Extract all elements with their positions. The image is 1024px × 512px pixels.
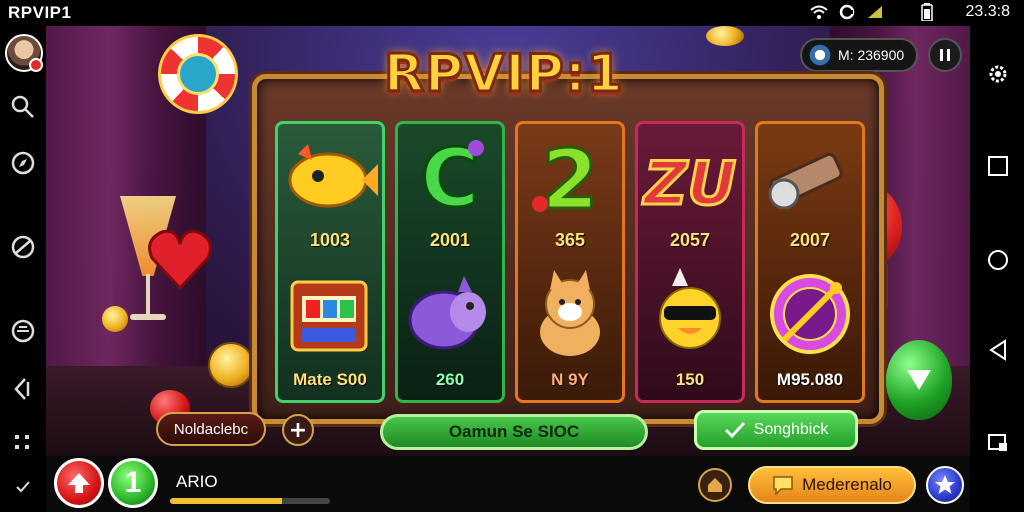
sync-icon — [838, 3, 856, 21]
bottom-bar: 1 ARIO Mederenalo — [46, 456, 970, 512]
reel-top-value: 1003 — [309, 230, 351, 250]
battery-icon — [918, 3, 936, 21]
search-icon[interactable] — [10, 94, 36, 120]
reel-bottom-value: N 9Y — [551, 370, 589, 389]
coin-balance-icon — [808, 43, 832, 67]
back-arrow-icon[interactable] — [10, 376, 36, 402]
progress-bar — [170, 498, 330, 504]
coin-balance-value: M: 236900 — [838, 47, 905, 63]
up-arrow-icon — [68, 473, 90, 493]
globe-icon[interactable] — [10, 234, 36, 260]
home-icon — [708, 478, 722, 492]
back-triangle-icon[interactable] — [986, 338, 1010, 362]
status-time: 23.3:8 — [965, 3, 1010, 20]
gold-coin-icon — [102, 306, 128, 332]
cool-duck-icon — [638, 262, 742, 366]
home-circle-icon[interactable] — [986, 248, 1010, 272]
screenshot-icon[interactable] — [986, 430, 1010, 454]
reel-bottom-value: 150 — [675, 370, 705, 389]
check-icon[interactable] — [10, 474, 36, 500]
reel-bottom-value: Mate S00 — [293, 370, 367, 389]
progress-fill — [170, 498, 282, 504]
svg-text:ZU: ZU — [642, 149, 736, 219]
status-bar: RPVIP1 23.3:8 — [0, 0, 1024, 26]
letter-c-icon: C — [398, 124, 502, 228]
game-title: RPVIP:1 — [383, 43, 625, 106]
play-balloon-button[interactable] — [886, 340, 952, 420]
game-area: M: 236900 1003 Mate S00 C 2001 260 2 365 N 9Y ZU… — [46, 26, 970, 456]
reel-2[interactable]: C 2001 260 — [395, 121, 505, 403]
reel-1[interactable]: 1003 Mate S00 — [275, 121, 385, 403]
avatar[interactable] — [5, 34, 43, 72]
wifi-icon — [809, 3, 828, 21]
notification-dot — [29, 58, 43, 72]
heart-icon — [144, 222, 216, 294]
star-icon — [935, 475, 955, 494]
spin-button[interactable]: Oamun Se SIOC — [380, 414, 648, 450]
recent-apps-icon[interactable] — [986, 154, 1010, 178]
pause-button[interactable] — [928, 38, 962, 72]
medal-button[interactable]: Mederenalo — [748, 466, 916, 504]
favorites-button[interactable] — [926, 466, 964, 504]
screen: RPVIP1 23.3:8 M: 236900 1003 Mate S00 C … — [0, 0, 1024, 512]
purple-creature-icon — [398, 262, 502, 366]
chat-icon[interactable] — [10, 318, 36, 344]
reel-5[interactable]: 2007 M95.080 — [755, 121, 865, 403]
check-badge-icon — [724, 421, 745, 439]
plus-button[interactable]: + — [282, 414, 314, 446]
compass-icon[interactable] — [10, 150, 36, 176]
golden-fish-icon — [278, 124, 382, 228]
status-app-name: RPVIP1 — [8, 3, 72, 22]
play-down-icon — [907, 370, 931, 390]
coin-balance-pill[interactable]: M: 236900 — [800, 38, 918, 72]
home-button[interactable] — [698, 468, 732, 502]
settings-gear-icon[interactable] — [986, 62, 1010, 86]
reel-3[interactable]: 2 365 N 9Y — [515, 121, 625, 403]
reel-bottom-value: M95.080 — [776, 370, 844, 389]
pause-icon — [940, 49, 950, 61]
signal-icon — [866, 3, 884, 21]
song-button[interactable]: Songhbick — [694, 410, 858, 450]
left-bet-button[interactable]: Noldaclebc — [156, 412, 266, 446]
reel-top-value: 2057 — [669, 230, 711, 250]
reels: 1003 Mate S00 C 2001 260 2 365 N 9Y ZU 2057 150 200… — [275, 121, 867, 403]
slot-frame: 1003 Mate S00 C 2001 260 2 365 N 9Y ZU 2057 150 200… — [252, 74, 884, 424]
svg-text:2: 2 — [541, 133, 598, 228]
reel-top-value: 2001 — [429, 230, 471, 250]
number-2-icon: 2 — [518, 124, 622, 230]
poker-chip-icon — [158, 34, 238, 114]
chat-bubble-icon — [773, 476, 793, 495]
status-icons: 23.3:8 — [809, 3, 1010, 21]
reel-top-value: 365 — [554, 230, 586, 250]
song-button-label: Songhbick — [753, 421, 829, 438]
reel-top-value: 2007 — [789, 230, 831, 250]
right-rail — [970, 26, 1024, 512]
gold-coin-icon — [706, 26, 744, 46]
gold-coin-icon — [208, 342, 254, 388]
cannon-icon — [758, 124, 862, 228]
compass-wheel-icon — [758, 262, 862, 366]
up-arrow-button[interactable] — [54, 458, 104, 508]
medal-button-label: Mederenalo — [802, 475, 892, 494]
shiba-dog-icon — [518, 262, 622, 366]
slot-machine-icon — [278, 262, 382, 366]
reel-bottom-value: 260 — [435, 370, 465, 389]
left-rail — [0, 26, 46, 512]
bottom-label: ARIO — [176, 472, 218, 491]
letters-zu-icon: ZU — [638, 124, 742, 228]
grid-icon[interactable] — [10, 430, 36, 456]
level-one-button[interactable]: 1 — [108, 458, 158, 508]
reel-4[interactable]: ZU 2057 150 — [635, 121, 745, 403]
